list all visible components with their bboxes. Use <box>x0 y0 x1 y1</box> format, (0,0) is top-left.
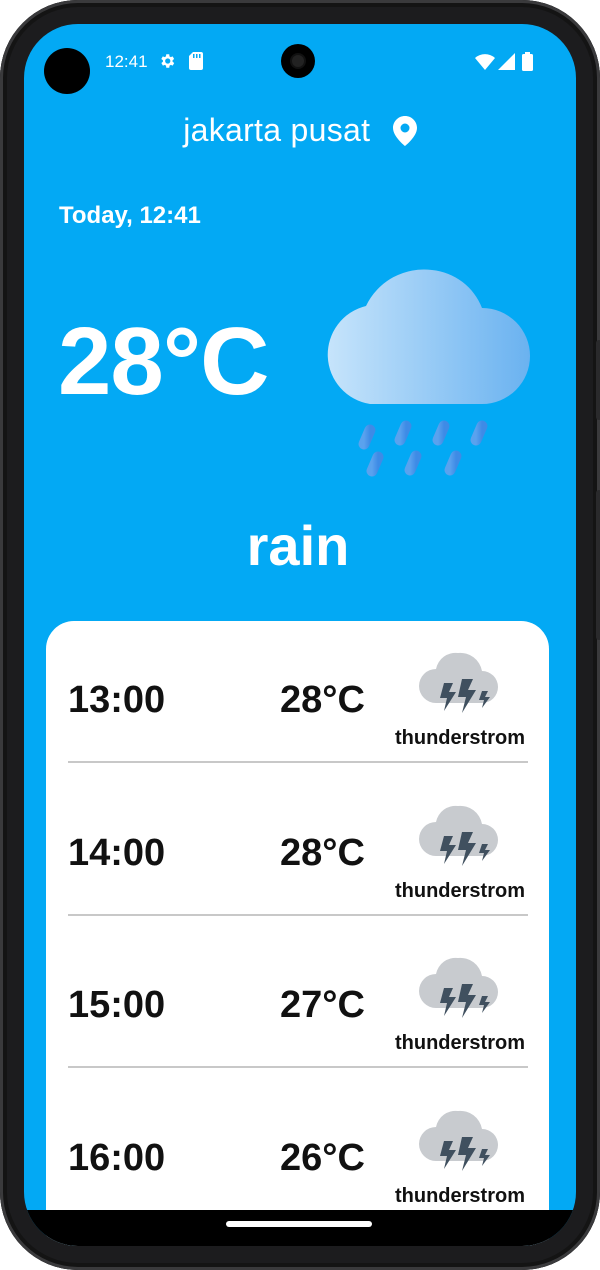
home-gesture-handle[interactable] <box>226 1221 372 1227</box>
forecast-temp: 27°C <box>280 984 365 1026</box>
forecast-row[interactable]: 13:00 28°C thunderstrom <box>68 621 528 773</box>
forecast-temp: 28°C <box>280 832 365 874</box>
battery-icon <box>522 52 533 71</box>
forecast-description: thunderstrom <box>395 727 525 749</box>
volume-button <box>596 340 600 420</box>
wifi-icon <box>475 54 495 70</box>
forecast-temp: 28°C <box>280 679 365 721</box>
forecast-description: thunderstrom <box>395 1185 525 1207</box>
forecast-row[interactable]: 15:00 27°C thunderstrom <box>68 926 528 1078</box>
signal-icon <box>498 53 515 70</box>
row-divider <box>68 761 528 763</box>
status-time: 12:41 <box>105 52 148 71</box>
camera-cutout <box>44 48 90 94</box>
power-button <box>596 490 600 640</box>
forecast-row[interactable]: 16:00 26°C thunderstrom <box>68 1079 528 1231</box>
row-divider <box>68 1066 528 1068</box>
gear-icon <box>161 54 175 68</box>
forecast-time: 15:00 <box>68 984 166 1026</box>
thunderstorm-icon <box>419 805 498 866</box>
row-divider <box>68 914 528 916</box>
current-date-time: Today, 12:41 <box>59 202 201 229</box>
phone-frame: 12:41 jakarta pusat Today, 12:41 28°C ra… <box>0 0 600 1270</box>
app-screen: 12:41 jakarta pusat Today, 12:41 28°C ra… <box>24 24 576 1246</box>
status-bar: 12:41 <box>24 24 576 98</box>
thunderstorm-icon <box>419 652 498 713</box>
hourly-forecast-list[interactable]: 13:00 28°C thunderstrom 14:00 28°C thund… <box>46 621 549 1246</box>
forecast-time: 14:00 <box>68 832 166 874</box>
thunderstorm-icon <box>419 957 498 1018</box>
thunderstorm-icon <box>419 1110 498 1171</box>
forecast-temp: 26°C <box>280 1137 365 1179</box>
location-name: jakarta pusat <box>183 112 371 148</box>
front-camera <box>281 44 315 78</box>
forecast-description: thunderstrom <box>395 880 525 902</box>
forecast-time: 13:00 <box>68 679 166 721</box>
forecast-description: thunderstrom <box>395 1032 525 1054</box>
location-pin-icon[interactable] <box>392 115 417 146</box>
rain-cloud-icon <box>327 269 530 477</box>
forecast-time: 16:00 <box>68 1137 166 1179</box>
sd-card-icon <box>189 52 203 70</box>
location-header[interactable]: jakarta pusat <box>24 112 576 149</box>
current-temperature: 28°C <box>58 308 269 415</box>
current-condition: rain <box>246 514 350 577</box>
forecast-row[interactable]: 14:00 28°C thunderstrom <box>68 774 528 926</box>
navigation-bar <box>24 1210 576 1246</box>
